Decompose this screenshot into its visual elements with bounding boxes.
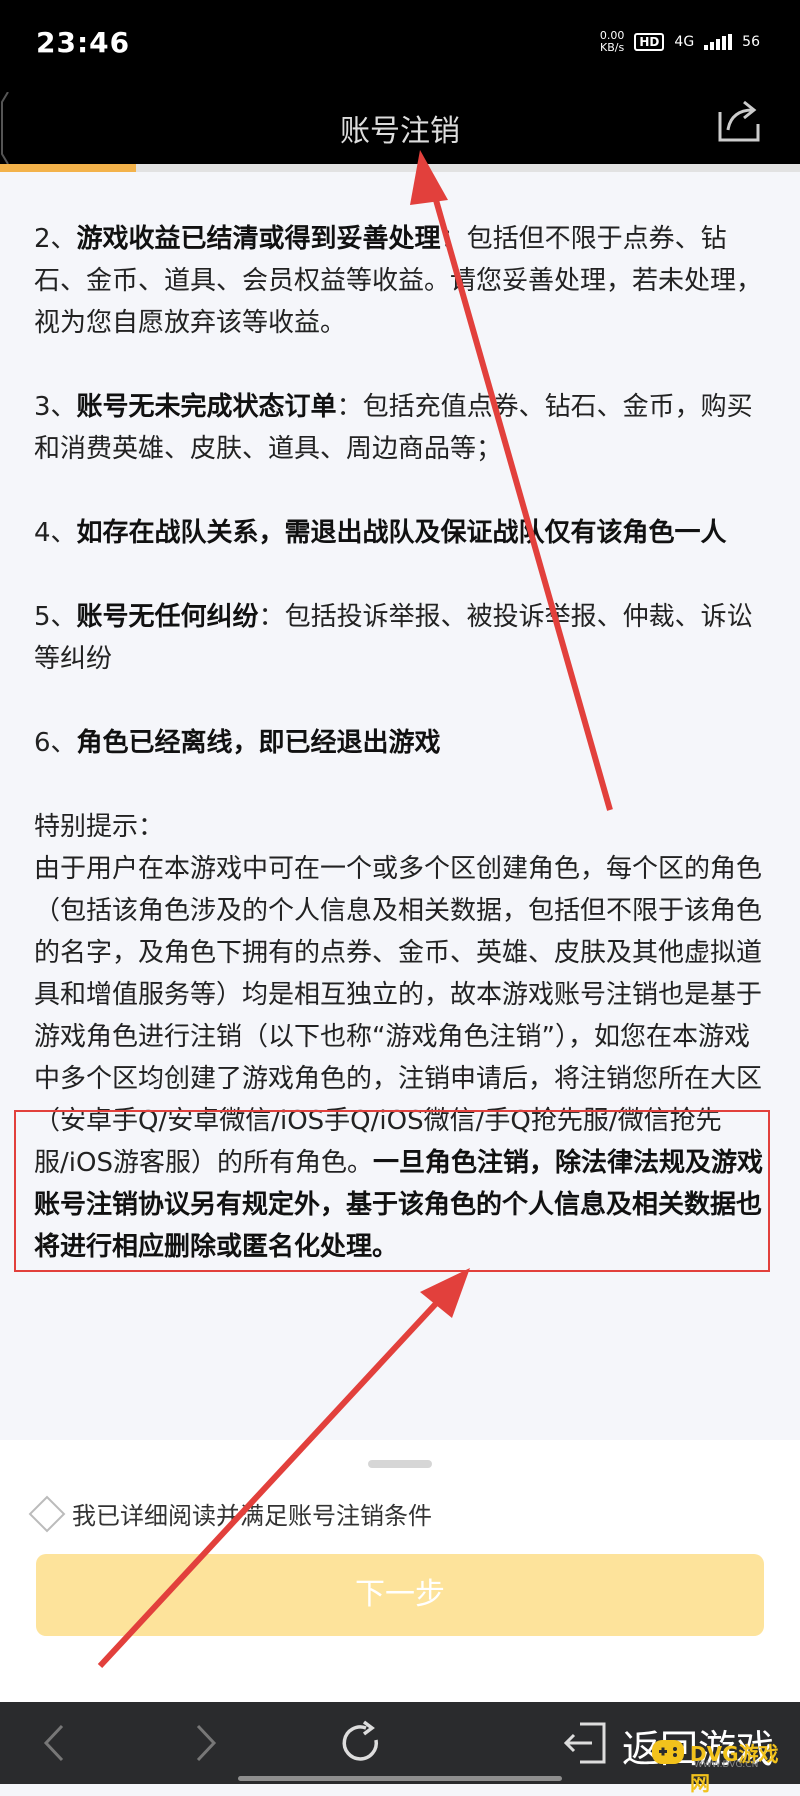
item-number: 6、 [34, 728, 77, 758]
page-header: 账号注销 [0, 92, 800, 164]
agree-checkbox-row[interactable]: 我已详细阅读并满足账号注销条件 [28, 1495, 432, 1532]
progress-bar [0, 164, 800, 172]
share-icon[interactable] [716, 98, 762, 144]
agree-checkbox[interactable] [28, 1495, 66, 1532]
item-heading: 如存在战队关系，需退出战队及保证战队仅有该角色一人 [76, 518, 727, 548]
item-number: 2、 [34, 224, 77, 254]
condition-item-5: 5、账号无任何纠纷：包括投诉举报、被投诉举报、仲裁、诉讼等纠纷 [34, 596, 764, 680]
item-number: 3、 [34, 392, 77, 422]
exit-icon[interactable] [560, 1718, 610, 1768]
forward-arrow-icon[interactable] [180, 1718, 230, 1768]
progress-fill [0, 164, 136, 172]
page-title: 账号注销 [340, 114, 460, 149]
item-heading: 角色已经离线，即已经退出游戏 [76, 728, 441, 758]
bottom-navbar: 返回游戏 DVG游戏网 WWW.DVG.CN [0, 1702, 800, 1795]
hd-badge: HD [634, 33, 665, 51]
watermark-subtext: WWW.DVG.CN [694, 1760, 759, 1770]
condition-item-2: 2、游戏收益已结清或得到妥善处理：包括但不限于点券、钻石、金币、道具、会员权益等… [34, 218, 764, 344]
bottom-action-sheet: 我已详细阅读并满足账号注销条件 下一步 [0, 1440, 800, 1702]
item-heading: 游戏收益已结清或得到妥善处理 [76, 224, 441, 254]
refresh-icon[interactable] [336, 1718, 386, 1768]
condition-item-3: 3、账号无未完成状态订单：包括充值点券、钻石、金币，购买和消费英雄、皮肤、道具、… [34, 386, 764, 470]
next-step-button[interactable]: 下一步 [36, 1554, 764, 1636]
item-number: 4、 [34, 518, 77, 548]
item-heading: 账号无未完成状态订单 [76, 392, 337, 422]
status-icons: 0.00 KB/s HD 4G 56 [600, 30, 760, 54]
item-number: 5、 [34, 602, 77, 632]
net-speed-unit: KB/s [600, 41, 625, 54]
condition-item-4: 4、如存在战队关系，需退出战队及保证战队仅有该角色一人 [34, 512, 764, 554]
status-bar: 23:46 0.00 KB/s HD 4G 56 [0, 0, 800, 92]
gesture-bar [238, 1776, 562, 1781]
status-time: 23:46 [36, 26, 131, 59]
back-arrow-icon[interactable] [30, 1718, 80, 1768]
item-heading: 账号无任何纠纷 [76, 602, 259, 632]
signal-label: 4G [674, 34, 695, 50]
gamepad-logo-icon [652, 1740, 684, 1764]
condition-item-6: 6、角色已经离线，即已经退出游戏 [34, 722, 764, 764]
notice-title: 特别提示： [34, 812, 165, 842]
annotation-highlight-box [14, 1110, 770, 1272]
battery-level: 56 [742, 34, 760, 50]
sheet-drag-handle[interactable] [368, 1460, 432, 1468]
watermark: DVG游戏网 WWW.DVG.CN [650, 1730, 794, 1795]
signal-bars-icon [704, 34, 733, 50]
agree-label[interactable]: 我已详细阅读并满足账号注销条件 [72, 1496, 432, 1531]
net-speed: 0.00 KB/s [600, 30, 625, 54]
